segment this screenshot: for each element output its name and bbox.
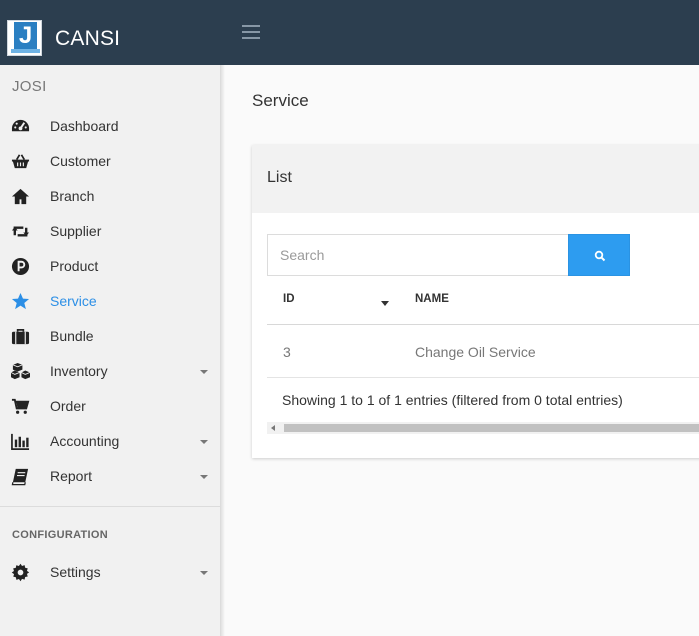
sidebar-item-label: Accounting bbox=[50, 433, 120, 449]
sidebar-item-settings[interactable]: Settings bbox=[0, 555, 221, 590]
app-brand: CANSI bbox=[55, 27, 121, 50]
main-content: Service List ID NAME 3 Change Oil Servic… bbox=[225, 65, 699, 636]
sidebar-item-label: Inventory bbox=[50, 363, 108, 379]
sidebar-item-bundle[interactable]: Bundle bbox=[0, 319, 221, 354]
horizontal-scrollbar[interactable] bbox=[267, 422, 699, 434]
sidebar: JOSI Dashboard Customer Branch Supplier … bbox=[0, 65, 221, 636]
sidebar-item-label: Settings bbox=[50, 564, 101, 580]
sidebar-item-supplier[interactable]: Supplier bbox=[0, 214, 221, 249]
book-icon bbox=[11, 468, 29, 486]
sidebar-item-service[interactable]: Service bbox=[0, 284, 221, 319]
star-icon bbox=[11, 292, 30, 310]
retweet-icon bbox=[11, 226, 30, 237]
sidebar-item-accounting[interactable]: Accounting bbox=[0, 424, 221, 459]
product-p-icon bbox=[11, 257, 30, 276]
sidebar-item-label: Bundle bbox=[50, 328, 94, 344]
sidebar-divider bbox=[0, 506, 221, 507]
bar-chart-icon bbox=[11, 433, 30, 450]
search-input[interactable] bbox=[267, 234, 569, 276]
sidebar-item-branch[interactable]: Branch bbox=[0, 179, 221, 214]
sidebar-item-label: Order bbox=[50, 398, 86, 414]
column-header-name[interactable]: NAME bbox=[415, 293, 449, 305]
cell-id: 3 bbox=[283, 344, 291, 360]
sidebar-item-inventory[interactable]: Inventory bbox=[0, 354, 221, 389]
sidebar-item-order[interactable]: Order bbox=[0, 389, 221, 424]
cart-icon bbox=[11, 398, 30, 414]
sidebar-item-label: Customer bbox=[50, 153, 111, 169]
table-row[interactable]: 3 Change Oil Service bbox=[267, 325, 699, 378]
top-navbar: J CANSI bbox=[0, 0, 699, 65]
hamburger-icon bbox=[242, 25, 260, 27]
table-info: Showing 1 to 1 of 1 entries (filtered fr… bbox=[282, 392, 623, 408]
card-header: List bbox=[252, 145, 699, 213]
sidebar-item-label: Supplier bbox=[50, 223, 102, 239]
sidebar-item-label: Branch bbox=[50, 188, 95, 204]
sidebar-item-product[interactable]: Product bbox=[0, 249, 221, 284]
logo[interactable]: J bbox=[7, 20, 42, 56]
sidebar-section-title: CONFIGURATION bbox=[12, 529, 108, 541]
page-title: Service bbox=[252, 91, 309, 110]
home-icon bbox=[11, 188, 30, 205]
search-button[interactable] bbox=[568, 234, 630, 276]
chevron-down-icon bbox=[200, 370, 208, 374]
search-icon bbox=[594, 250, 606, 262]
sort-desc-icon[interactable] bbox=[381, 301, 389, 306]
chevron-down-icon bbox=[200, 475, 208, 479]
list-card: List ID NAME 3 Change Oil Service Showin… bbox=[252, 145, 699, 458]
suitcase-icon bbox=[11, 328, 30, 345]
dashboard-icon bbox=[11, 119, 30, 132]
chevron-down-icon bbox=[200, 440, 208, 444]
scroll-left-icon[interactable] bbox=[271, 425, 275, 431]
scrollbar-thumb[interactable] bbox=[284, 424, 699, 432]
chevron-down-icon bbox=[200, 571, 208, 575]
sidebar-item-customer[interactable]: Customer bbox=[0, 144, 221, 179]
sidebar-item-label: Product bbox=[50, 258, 99, 274]
basket-icon bbox=[11, 154, 30, 169]
sidebar-item-label: Service bbox=[50, 293, 97, 309]
gear-icon bbox=[11, 563, 30, 582]
cell-name: Change Oil Service bbox=[415, 344, 536, 360]
sidebar-item-label: Dashboard bbox=[50, 118, 119, 134]
menu-toggle-button[interactable] bbox=[241, 24, 261, 40]
column-header-id[interactable]: ID bbox=[283, 293, 295, 305]
sidebar-item-report[interactable]: Report bbox=[0, 459, 221, 494]
logo-letter: J bbox=[14, 22, 37, 50]
card-title: List bbox=[267, 169, 292, 186]
sidebar-item-label: Report bbox=[50, 468, 93, 484]
sidebar-item-dashboard[interactable]: Dashboard bbox=[0, 109, 221, 144]
cubes-icon bbox=[11, 362, 30, 380]
sidebar-user-name: JOSI bbox=[12, 78, 47, 95]
